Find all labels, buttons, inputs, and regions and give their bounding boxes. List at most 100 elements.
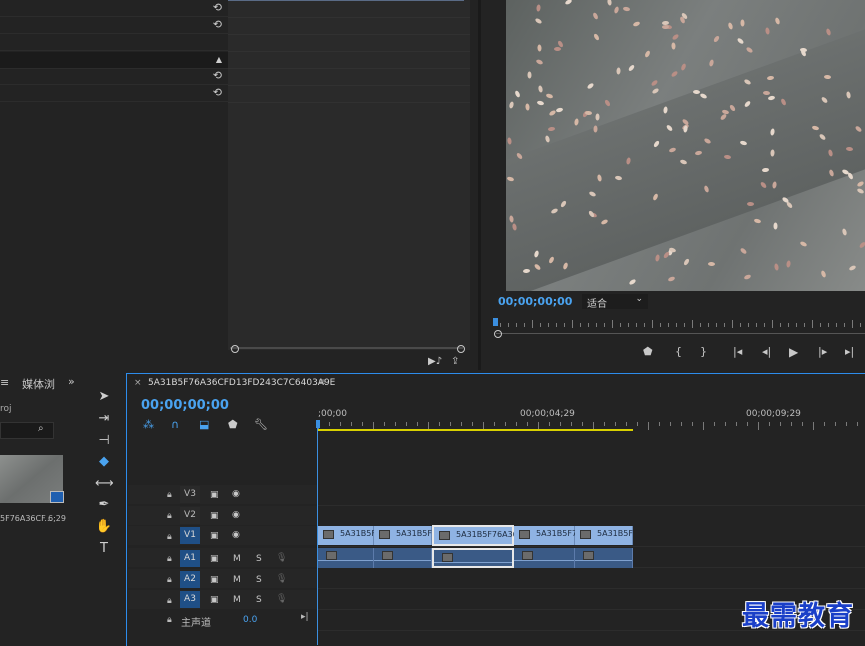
selection-tool-icon[interactable]: ➤: [95, 389, 113, 404]
sync-lock-icon[interactable]: ▣: [210, 595, 219, 605]
lock-icon[interactable]: 🔒︎: [167, 511, 172, 521]
reset-icon[interactable]: ⟲: [213, 1, 222, 14]
track-header-v3[interactable]: [128, 485, 317, 504]
track-header-a3[interactable]: [128, 590, 317, 609]
master-volume-value[interactable]: 0.0: [243, 615, 257, 625]
sequence-menu-icon[interactable]: ≡: [318, 377, 326, 388]
eye-icon[interactable]: ◉: [232, 489, 240, 499]
track-select-tool-icon[interactable]: ⇥: [95, 411, 113, 426]
snap-icon[interactable]: ∩: [171, 418, 179, 431]
mark-out-icon[interactable]: }: [700, 345, 707, 358]
go-to-end-icon[interactable]: ▸|: [301, 612, 309, 622]
sync-lock-icon[interactable]: ▣: [210, 554, 219, 564]
video-clip-selected[interactable]: 5A31B5F76A36: [432, 525, 518, 546]
zoom-handle-right-icon[interactable]: [457, 345, 465, 353]
search-filter-icon[interactable]: ⌕: [38, 423, 44, 434]
pen-tool-icon[interactable]: ✒: [95, 497, 113, 512]
sync-lock-icon[interactable]: ▣: [210, 575, 219, 585]
ripple-edit-tool-icon[interactable]: ⊣: [95, 433, 113, 448]
linked-selection-icon[interactable]: ⬓: [199, 418, 209, 431]
microphone-icon[interactable]: 🎙︎: [276, 594, 287, 604]
type-tool-icon[interactable]: T: [95, 541, 113, 556]
effect-row[interactable]: ⟲: [0, 0, 228, 17]
sync-lock-icon[interactable]: ▣: [210, 490, 219, 500]
more-panels-icon[interactable]: »: [68, 375, 75, 388]
mute-button[interactable]: M: [233, 575, 241, 585]
go-to-in-icon[interactable]: |◂: [733, 345, 742, 358]
audio-clip[interactable]: [575, 548, 633, 568]
video-clip[interactable]: 5A31B5F: [318, 526, 376, 545]
mark-in-icon[interactable]: {: [675, 345, 682, 358]
sequence-tab[interactable]: 5A31B5F76A36CFD13FD243C7C6403A9E: [148, 378, 335, 388]
program-playhead[interactable]: [493, 318, 498, 326]
lock-icon[interactable]: 🔒︎: [167, 596, 172, 606]
track-header-v2[interactable]: [128, 506, 317, 525]
track-name-a1[interactable]: A1: [180, 550, 200, 567]
audio-clip[interactable]: [514, 548, 575, 568]
video-clip[interactable]: 5A31B5F: [575, 526, 633, 545]
program-scrollbar[interactable]: [496, 333, 865, 334]
razor-tool-icon[interactable]: ◆: [95, 454, 113, 469]
track-name-v1[interactable]: V1: [180, 527, 200, 544]
add-marker-icon[interactable]: ⬟: [643, 345, 653, 358]
microphone-icon[interactable]: 🎙︎: [276, 574, 287, 584]
scroll-handle-icon[interactable]: [494, 330, 502, 338]
tab-project-edge[interactable]: ≡: [0, 376, 9, 389]
sync-lock-icon[interactable]: ▣: [210, 511, 219, 521]
play-icon[interactable]: ▶: [789, 345, 798, 359]
program-timecode[interactable]: 00;00;00;00: [498, 295, 572, 308]
eye-icon[interactable]: ◉: [232, 510, 240, 520]
track-header-v1[interactable]: [128, 526, 317, 545]
lock-icon[interactable]: 🔒︎: [167, 615, 172, 625]
mute-button[interactable]: M: [233, 554, 241, 564]
collapse-icon[interactable]: ▲: [216, 55, 222, 64]
program-time-ruler[interactable]: [492, 318, 865, 332]
effect-row[interactable]: ⟲: [0, 68, 228, 85]
step-forward-icon[interactable]: |▸: [818, 345, 827, 358]
timeline-playhead[interactable]: [317, 420, 318, 645]
track-lane-v2[interactable]: [318, 506, 865, 527]
effect-controls-scrollbar[interactable]: [230, 347, 463, 349]
sync-lock-icon[interactable]: ▣: [210, 531, 219, 541]
solo-button[interactable]: S: [256, 554, 262, 564]
reset-icon[interactable]: ⟲: [213, 18, 222, 31]
tab-media-browser[interactable]: 媒体浏: [22, 376, 55, 392]
solo-button[interactable]: S: [256, 575, 262, 585]
effect-section-header[interactable]: ▲: [0, 52, 228, 69]
audio-clip[interactable]: [374, 548, 432, 568]
track-name-a3[interactable]: A3: [180, 591, 200, 608]
add-marker-icon[interactable]: ⬟: [228, 418, 238, 431]
track-header-a1[interactable]: [128, 548, 317, 567]
fit-dropdown[interactable]: 适合 ⌄: [582, 294, 648, 310]
effect-row[interactable]: [0, 34, 228, 51]
audio-clip-selected[interactable]: [432, 548, 514, 568]
nest-icon[interactable]: ⁂: [143, 418, 154, 431]
track-lane-v3[interactable]: [318, 485, 865, 506]
wrench-icon[interactable]: 🔧︎: [254, 418, 268, 431]
track-name-v2[interactable]: V2: [180, 507, 200, 524]
track-lane-a2[interactable]: [318, 568, 865, 589]
track-header-a2[interactable]: [128, 569, 317, 588]
solo-button[interactable]: S: [256, 595, 262, 605]
export-icon[interactable]: ⇪: [451, 356, 459, 367]
track-name-v3[interactable]: V3: [180, 486, 200, 503]
lock-icon[interactable]: 🔒︎: [167, 554, 172, 564]
work-area-bar[interactable]: [318, 429, 633, 431]
audio-filter-icon[interactable]: ▶♪: [428, 356, 442, 367]
search-input[interactable]: [0, 422, 54, 439]
track-name-a2[interactable]: A2: [180, 571, 200, 588]
effect-row[interactable]: ⟲: [0, 85, 228, 102]
lock-icon[interactable]: 🔒︎: [167, 575, 172, 585]
panel-divider[interactable]: [478, 0, 481, 370]
slip-tool-icon[interactable]: ⟷: [95, 476, 114, 491]
video-clip[interactable]: 5A31B5F: [374, 526, 432, 545]
zoom-handle-left-icon[interactable]: [231, 345, 239, 353]
step-back-icon[interactable]: ◂|: [762, 345, 771, 358]
go-to-out-icon[interactable]: ▸|: [845, 345, 854, 358]
lock-icon[interactable]: 🔒︎: [167, 490, 172, 500]
microphone-icon[interactable]: 🎙︎: [276, 553, 287, 563]
playhead-handle[interactable]: [316, 420, 320, 428]
close-sequence-icon[interactable]: ×: [134, 378, 142, 388]
reset-icon[interactable]: ⟲: [213, 69, 222, 82]
hand-tool-icon[interactable]: ✋: [95, 519, 113, 534]
